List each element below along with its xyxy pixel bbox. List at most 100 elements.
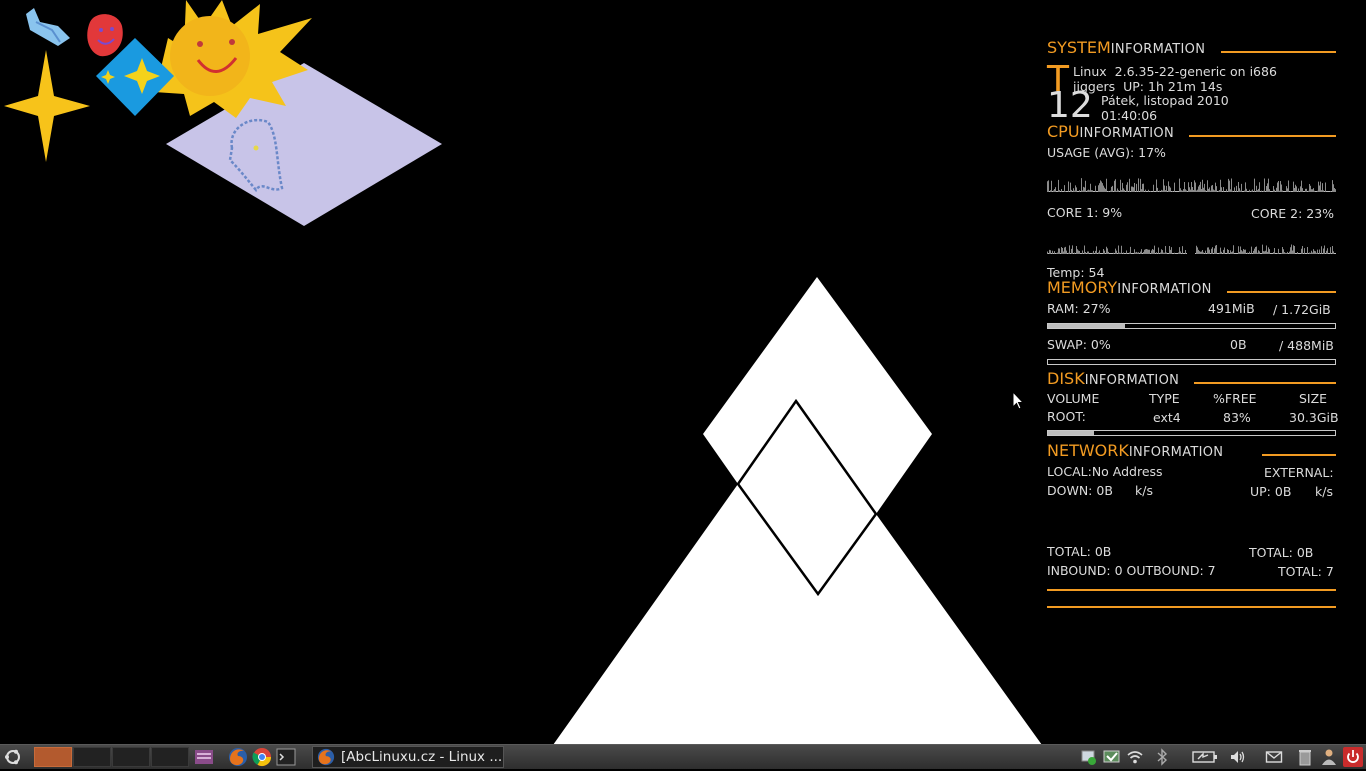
system-section-header: SYSTEMINFORMATION xyxy=(1047,40,1336,60)
disk-row-size: 30.3GiB xyxy=(1289,410,1339,425)
up-speed: UP: 0B xyxy=(1250,484,1291,499)
network-rule xyxy=(1262,454,1336,456)
window-task-label: [AbcLinuxu.cz - Linux ... xyxy=(341,749,503,765)
total-down: TOTAL: 0B xyxy=(1047,544,1111,559)
core2-usage: CORE 2: 23% xyxy=(1251,206,1334,221)
cpu-title: CPU xyxy=(1047,122,1080,141)
smiley-doodle xyxy=(87,14,123,57)
window-task-button[interactable]: [AbcLinuxu.cz - Linux ... xyxy=(312,746,504,768)
memory-section-header: MEMORYINFORMATION xyxy=(1047,280,1336,300)
core2-label: CORE 2: xyxy=(1251,206,1303,221)
system-title: SYSTEM xyxy=(1047,38,1111,57)
chrome-icon[interactable] xyxy=(250,745,274,769)
system-os: Linux 2.6.35-22-generic on i686 xyxy=(1073,64,1277,79)
local-label: LOCAL: xyxy=(1047,464,1092,479)
inbound-label: INBOUND: xyxy=(1047,563,1111,578)
network-section-header: NETWORKINFORMATION xyxy=(1047,443,1336,463)
external-label: EXTERNAL: xyxy=(1264,465,1334,480)
memory-rule xyxy=(1227,291,1336,293)
system-host-line: jiggers UP: 1h 21m 14s xyxy=(1073,79,1222,94)
system-time: 01:40:06 xyxy=(1101,108,1158,123)
inbound-value: 0 xyxy=(1114,563,1123,578)
disk-row-volume: ROOT: xyxy=(1047,409,1086,424)
cpu-title-suffix: INFORMATION xyxy=(1079,126,1174,141)
bluetooth-icon[interactable] xyxy=(1153,748,1171,766)
hostname: jiggers xyxy=(1073,79,1116,94)
disk-title: DISK xyxy=(1047,369,1085,388)
cpu-section-header: CPUINFORMATION xyxy=(1047,124,1336,144)
disk-row-free: 83% xyxy=(1223,410,1251,425)
trash-icon[interactable] xyxy=(1296,748,1314,766)
swap-label: SWAP: xyxy=(1047,337,1087,352)
disk-rule xyxy=(1194,382,1336,384)
ubuntu-logo-icon[interactable] xyxy=(2,745,24,769)
swap-usage: SWAP: 0% xyxy=(1047,337,1111,352)
core1-label: CORE 1: xyxy=(1047,205,1099,220)
firefox-icon xyxy=(317,748,335,766)
ram-total: / 1.72GiB xyxy=(1273,302,1331,317)
cpu-usage-label: USAGE (AVG): xyxy=(1047,145,1135,160)
user-icon[interactable] xyxy=(1320,748,1338,766)
footer-rule-2 xyxy=(1047,606,1336,608)
cpu-usage: USAGE (AVG): 17% xyxy=(1047,145,1166,160)
connections-line: INBOUND: 0 OUTBOUND: 7 xyxy=(1047,563,1216,578)
bottom-panel: [AbcLinuxu.cz - Linux ... xyxy=(0,744,1366,769)
cpu-usage-graph xyxy=(1047,178,1336,192)
workspace-2[interactable] xyxy=(73,747,111,767)
ram-used: 491MiB xyxy=(1208,301,1255,316)
disk-col-size: SIZE xyxy=(1299,391,1328,406)
ram-usage: RAM: 27% xyxy=(1047,301,1111,316)
workspace-1[interactable] xyxy=(34,747,72,767)
system-title-suffix: INFORMATION xyxy=(1110,42,1206,57)
swap-percent: 0% xyxy=(1090,337,1111,352)
total-conn-value: 7 xyxy=(1325,564,1334,579)
disk-section-header: DISKINFORMATION xyxy=(1047,371,1336,391)
down-speed: DOWN: 0B xyxy=(1047,483,1113,498)
files-icon[interactable] xyxy=(192,745,216,769)
disk-col-free: %FREE xyxy=(1213,391,1257,406)
core1-value: 9% xyxy=(1102,205,1123,220)
firefox-icon[interactable] xyxy=(226,745,250,769)
total-up-label: TOTAL: xyxy=(1249,545,1293,560)
terminal-icon[interactable] xyxy=(274,745,298,769)
memory-title: MEMORY xyxy=(1047,278,1118,297)
network-title-suffix: INFORMATION xyxy=(1128,445,1224,460)
ram-label: RAM: xyxy=(1047,301,1079,316)
total-down-label: TOTAL: xyxy=(1047,544,1091,559)
cpu-rule xyxy=(1189,135,1336,137)
core2-graph xyxy=(1195,244,1336,254)
kernel-version: 2.6.35-22-generic on i686 xyxy=(1114,64,1277,79)
outbound-label: OUTBOUND: xyxy=(1126,563,1204,578)
core1-usage: CORE 1: 9% xyxy=(1047,205,1122,220)
yellow-star xyxy=(4,50,90,162)
disk-row-type: ext4 xyxy=(1153,410,1181,425)
volume-icon[interactable] xyxy=(1229,748,1247,766)
network-manager-icon[interactable] xyxy=(1080,748,1098,766)
network-title: NETWORK xyxy=(1047,441,1129,460)
local-address: LOCAL:No Address xyxy=(1047,464,1163,479)
desktop-wallpaper xyxy=(4,0,1042,745)
up-value: 0B xyxy=(1274,484,1292,499)
uptime-value: 1h 21m 14s xyxy=(1148,79,1223,94)
wifi-icon[interactable] xyxy=(1126,748,1144,766)
update-icon[interactable] xyxy=(1103,748,1121,766)
up-label: UP: xyxy=(1250,484,1271,499)
ram-percent: 27% xyxy=(1082,301,1111,316)
core2-value: 23% xyxy=(1306,206,1335,221)
ram-bar xyxy=(1047,323,1336,329)
bird-doodle xyxy=(26,8,70,46)
swap-bar xyxy=(1047,359,1336,365)
outbound-value: 7 xyxy=(1207,563,1216,578)
disk-col-volume: VOLUME xyxy=(1047,391,1100,406)
workspace-4[interactable] xyxy=(151,747,189,767)
mouse-cursor xyxy=(1012,391,1024,410)
memory-title-suffix: INFORMATION xyxy=(1117,282,1212,297)
power-icon[interactable] xyxy=(1343,747,1363,767)
workspace-3[interactable] xyxy=(112,747,150,767)
mail-icon[interactable] xyxy=(1265,748,1283,766)
battery-icon[interactable] xyxy=(1192,748,1218,766)
total-up: TOTAL: 0B xyxy=(1249,545,1313,560)
down-label: DOWN: xyxy=(1047,483,1093,498)
disk-bar xyxy=(1047,430,1336,436)
total-conn-label: TOTAL: xyxy=(1278,564,1322,579)
